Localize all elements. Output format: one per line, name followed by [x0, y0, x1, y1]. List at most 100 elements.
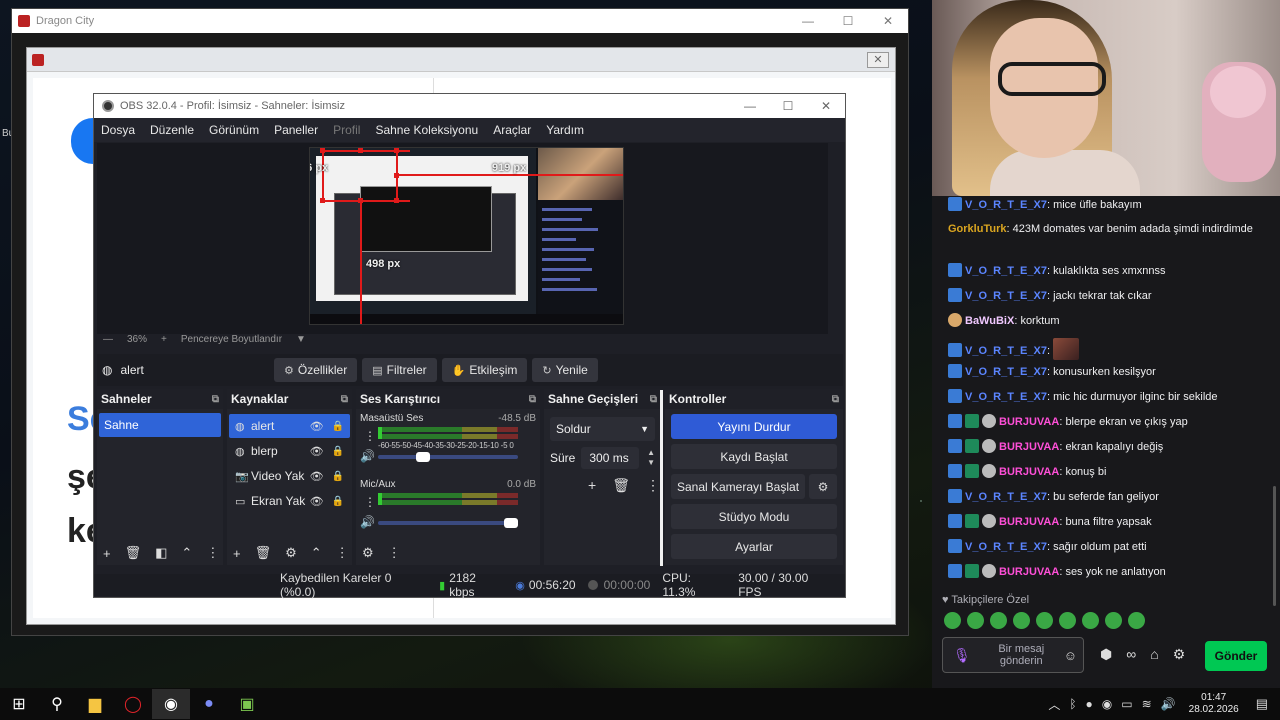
scene-item[interactable]: Sahne	[99, 413, 221, 437]
chat-username[interactable]: V_O_R_T_E_X7	[965, 366, 1047, 378]
dialog-close-icon[interactable]: ✕	[867, 51, 889, 68]
badge-icon[interactable]	[948, 389, 962, 403]
badge-icon[interactable]	[948, 564, 962, 578]
trash-icon[interactable]: 🗑	[255, 545, 272, 561]
badge-icon[interactable]	[948, 439, 962, 453]
more-icon[interactable]: ⋮	[388, 545, 401, 561]
menu-profile[interactable]: Profil	[333, 123, 360, 137]
minimize-icon[interactable]: —	[788, 14, 828, 28]
preview-canvas[interactable]: 66 px 919 px 498 px	[309, 147, 624, 325]
volume-knob[interactable]	[416, 452, 430, 462]
emote-icon[interactable]	[1059, 612, 1076, 629]
source-item-video[interactable]: 📷 Video Yak 👁 🔒	[229, 464, 350, 488]
speaker-icon[interactable]: 🔊	[360, 515, 375, 529]
more-icon[interactable]: ⋮	[364, 429, 376, 443]
resize-handle[interactable]	[394, 198, 399, 203]
badge-icon[interactable]	[965, 464, 979, 478]
menu-tools[interactable]: Araçlar	[493, 123, 531, 137]
source-item-screen[interactable]: ▭ Ekran Yak 👁 🔒	[229, 489, 350, 513]
menu-docks[interactable]: Paneller	[274, 123, 318, 137]
fit-to-window-dropdown[interactable]: Pencereye Boyutlandır	[181, 334, 282, 345]
badge-icon[interactable]	[948, 343, 962, 357]
chat-username[interactable]: V_O_R_T_E_X7	[965, 491, 1047, 503]
properties-button[interactable]: ⚙ Özellikler	[274, 358, 358, 382]
chevron-up-icon[interactable]: ︿	[1048, 696, 1060, 713]
badge-icon[interactable]	[965, 514, 979, 528]
trash-icon[interactable]: 🗑	[125, 545, 142, 561]
chat-username[interactable]: V_O_R_T_E_X7	[965, 290, 1047, 302]
volume-slider[interactable]	[378, 452, 518, 462]
file-explorer-icon[interactable]: ▆	[76, 689, 114, 719]
add-icon[interactable]: +	[103, 546, 111, 561]
close-icon[interactable]: ✕	[868, 14, 908, 28]
store-icon[interactable]: ⌂	[1150, 646, 1158, 663]
chat-username[interactable]: V_O_R_T_E_X7	[965, 541, 1047, 553]
more-icon[interactable]: ⋮	[646, 477, 660, 494]
obs-titlebar[interactable]: OBS 32.0.4 - Profil: İsimsiz - Sahneler:…	[94, 94, 845, 118]
add-icon[interactable]: +	[233, 546, 241, 561]
chat-username[interactable]: BURJUVAA	[999, 441, 1059, 453]
filters-button[interactable]: ▤ Filtreler	[362, 358, 437, 382]
discord-tray-icon[interactable]: ●	[1086, 697, 1093, 711]
emoji-icon[interactable]: ☺	[1064, 648, 1077, 663]
dragon-city-titlebar[interactable]: Dragon City — ☐ ✕	[12, 9, 908, 33]
visibility-icon[interactable]: 👁	[310, 445, 324, 458]
lock-icon[interactable]: 🔒	[332, 421, 344, 432]
source-item-blerp[interactable]: ◍ blerp 👁 🔒	[229, 439, 350, 463]
infinity-icon[interactable]: ∞	[1126, 646, 1136, 663]
spinner-icon[interactable]: ▲ ▼	[647, 448, 655, 468]
send-button[interactable]: Gönder	[1205, 641, 1267, 671]
chat-input[interactable]: 🎙 Bir mesaj gönderin ☺	[942, 637, 1084, 673]
badge-icon[interactable]	[982, 514, 996, 528]
chat-username[interactable]: V_O_R_T_E_X7	[965, 199, 1047, 211]
refresh-button[interactable]: ↻ Yenile	[532, 358, 598, 382]
chat-username[interactable]: BURJUVAA	[999, 566, 1059, 578]
volume-slider[interactable]	[378, 518, 518, 528]
undock-icon[interactable]: ⧉	[341, 394, 348, 405]
chevron-down-icon[interactable]: ▼	[296, 334, 306, 345]
chat-username[interactable]: V_O_R_T_E_X7	[965, 345, 1047, 357]
emote-icon[interactable]	[967, 612, 984, 629]
record-tray-icon[interactable]: ◉	[1102, 697, 1112, 711]
visibility-icon[interactable]: 👁	[310, 470, 324, 483]
emote-icon[interactable]	[944, 612, 961, 629]
search-icon[interactable]: ⚲	[38, 689, 76, 719]
undock-icon[interactable]: ⧉	[650, 394, 657, 405]
chat-scrollbar[interactable]	[1273, 486, 1276, 606]
gear-icon[interactable]: ⚙	[285, 545, 297, 561]
lock-icon[interactable]: 🔒	[332, 496, 344, 507]
notification-icon[interactable]: ▤	[1256, 696, 1268, 712]
visibility-icon[interactable]: 👁	[310, 495, 324, 508]
interact-button[interactable]: ✋ Etkileşim	[441, 358, 528, 382]
gear-icon[interactable]: ⚙	[809, 474, 837, 499]
taskbar-clock[interactable]: 01:47 28.02.2026	[1189, 692, 1239, 716]
battery-icon[interactable]: ▭	[1121, 697, 1132, 711]
duration-input[interactable]: 300 ms	[581, 447, 640, 469]
gear-icon[interactable]: ⚙	[1173, 646, 1186, 663]
badge-icon[interactable]	[948, 514, 962, 528]
lock-icon[interactable]: 🔒	[332, 446, 344, 457]
emote-icon[interactable]	[1128, 612, 1145, 629]
volume-knob[interactable]	[504, 518, 518, 528]
stop-streaming-button[interactable]: Yayını Durdur	[671, 414, 837, 439]
badge-icon[interactable]	[982, 439, 996, 453]
chat-username[interactable]: BURJUVAA	[999, 516, 1059, 528]
discord-icon[interactable]: ●	[190, 689, 228, 719]
start-recording-button[interactable]: Kaydı Başlat	[671, 444, 837, 469]
more-icon[interactable]: ⋮	[364, 495, 376, 509]
chevron-up-icon[interactable]: ⌃	[181, 545, 192, 561]
undock-icon[interactable]: ⧉	[832, 394, 839, 405]
badge-icon[interactable]	[948, 288, 962, 302]
badge-icon[interactable]	[948, 263, 962, 277]
minimize-icon[interactable]: —	[731, 99, 769, 113]
bits-icon[interactable]: ⬢	[1100, 646, 1112, 663]
chat-username[interactable]: V_O_R_T_E_X7	[965, 391, 1047, 403]
badge-icon[interactable]	[948, 197, 962, 211]
chat-username[interactable]: V_O_R_T_E_X7	[965, 265, 1047, 277]
dragon-city-taskbar-icon[interactable]: ▣	[228, 689, 266, 719]
obs-taskbar-icon[interactable]: ◉	[152, 689, 190, 719]
zoom-out-button[interactable]: —	[103, 334, 113, 345]
chat-username[interactable]: BURJUVAA	[999, 416, 1059, 428]
resize-handle[interactable]	[394, 148, 399, 153]
resize-handle[interactable]	[320, 148, 325, 153]
